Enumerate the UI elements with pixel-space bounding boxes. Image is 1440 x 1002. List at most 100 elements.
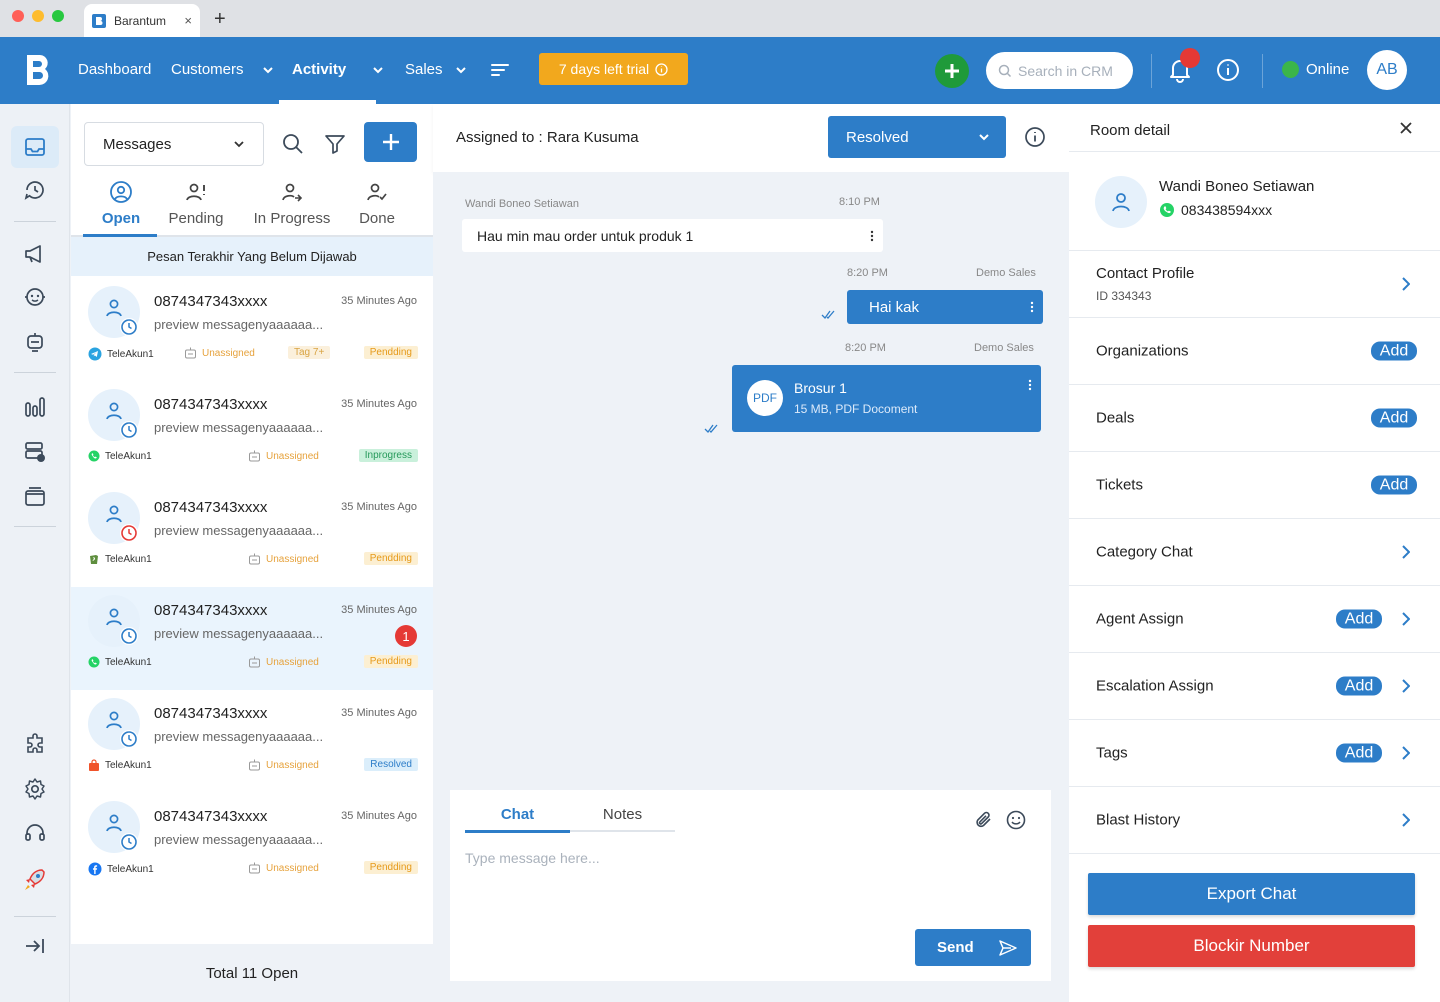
blue-clock-icon	[120, 627, 138, 645]
bar-chart-icon[interactable]	[22, 394, 48, 420]
trial-badge[interactable]: 7 days left trial	[539, 53, 688, 85]
rocket-icon[interactable]	[22, 867, 48, 893]
contact-profile-row[interactable]: Contact Profile ID 334343	[1069, 251, 1440, 318]
quick-add-button[interactable]	[935, 54, 969, 88]
conversation-item[interactable]: 0874347343xxxx 35 Minutes Ago preview mess…	[71, 793, 433, 896]
kebab-menu-icon[interactable]	[870, 230, 874, 242]
puzzle-icon[interactable]	[22, 732, 48, 758]
chevron-right-icon[interactable]	[1402, 746, 1410, 760]
browser-tab-close-icon[interactable]: ×	[184, 13, 192, 28]
new-conversation-button[interactable]	[364, 122, 417, 162]
category-chat-row[interactable]: Category Chat	[1069, 519, 1440, 586]
tab-pending[interactable]: Pending	[166, 180, 226, 227]
conversation-time: 35 Minutes Ago	[341, 707, 417, 719]
export-chat-button[interactable]: Export Chat	[1088, 873, 1415, 915]
chevron-right-icon[interactable]	[1402, 612, 1410, 626]
kebab-menu-icon[interactable]	[1030, 301, 1034, 313]
tickets-row[interactable]: Tickets Add	[1069, 452, 1440, 519]
paperclip-icon[interactable]	[974, 810, 994, 830]
messages-dropdown[interactable]: Messages	[84, 122, 264, 166]
deals-row[interactable]: Deals Add	[1069, 385, 1440, 452]
user-avatar[interactable]: AB	[1367, 50, 1407, 90]
chevron-right-icon[interactable]	[1402, 679, 1410, 693]
message-time: 8:20 PM	[847, 267, 888, 279]
barantum-logo-icon[interactable]	[24, 53, 54, 87]
robot-icon[interactable]	[22, 329, 48, 355]
chevron-right-icon[interactable]	[1402, 545, 1410, 559]
nav-customers[interactable]: Customers	[171, 61, 244, 78]
total-open-count: Total 11 Open	[71, 944, 433, 1002]
window-close-dot[interactable]	[12, 10, 24, 22]
close-icon[interactable]	[1399, 121, 1413, 135]
menu-lines-icon[interactable]	[491, 63, 509, 77]
conversation-item[interactable]: 0874347343xxxx 35 Minutes Ago preview mess…	[71, 484, 433, 587]
conversation-item[interactable]: 0874347343xxxx 35 Minutes Ago preview mess…	[71, 278, 433, 381]
tab-open[interactable]: Open	[96, 180, 146, 227]
headset-icon[interactable]	[22, 820, 48, 846]
window-minimize-dot[interactable]	[32, 10, 44, 22]
window-maximize-dot[interactable]	[52, 10, 64, 22]
nav-dashboard[interactable]: Dashboard	[78, 61, 151, 78]
conversation-number: 0874347343xxxx	[154, 293, 268, 310]
composer-tab-chat[interactable]: Chat	[465, 806, 570, 823]
tag-badge[interactable]: Tag 7+	[288, 346, 331, 359]
collapse-sidebar-icon[interactable]	[22, 933, 48, 959]
outgoing-message-bubble[interactable]: Hai kak	[847, 290, 1043, 324]
customers-chevron-down-icon[interactable]	[262, 64, 274, 76]
filter-icon[interactable]	[324, 133, 346, 155]
escalation-assign-add-button[interactable]: Add	[1336, 676, 1382, 696]
status-dropdown[interactable]: Resolved	[828, 116, 1006, 158]
activity-chevron-down-icon[interactable]	[372, 64, 384, 76]
chevron-right-icon[interactable]	[1402, 813, 1410, 827]
tickets-add-button[interactable]: Add	[1371, 475, 1417, 495]
robot-icon	[185, 347, 196, 359]
conversation-item[interactable]: 0874347343xxxx 35 Minutes Ago preview mess…	[71, 381, 433, 484]
list-search-icon[interactable]	[282, 133, 304, 155]
history-chat-icon[interactable]	[22, 177, 48, 203]
escalation-assign-row[interactable]: Escalation Assign Add	[1069, 653, 1440, 720]
sales-chevron-down-icon[interactable]	[455, 64, 467, 76]
conversation-item[interactable]: 0874347343xxxx 35 Minutes Ago preview mess…	[71, 587, 433, 690]
megaphone-icon[interactable]	[22, 241, 48, 267]
emoji-icon[interactable]	[1006, 810, 1026, 830]
tab-in-progress[interactable]: In Progress	[252, 180, 332, 227]
chat-info-icon[interactable]	[1024, 126, 1046, 148]
deals-label: Deals	[1096, 409, 1135, 427]
agent-assign-row[interactable]: Agent Assign Add	[1069, 586, 1440, 653]
organizations-add-button[interactable]: Add	[1371, 341, 1417, 361]
composer-tab-notes[interactable]: Notes	[570, 806, 675, 823]
organizations-row[interactable]: Organizations Add	[1069, 318, 1440, 385]
message-input[interactable]	[465, 850, 1025, 910]
crm-search-input[interactable]	[1018, 62, 1123, 79]
barantum-favicon-icon	[92, 13, 106, 28]
channel-name: TeleAkun1	[105, 760, 152, 771]
file-message-bubble[interactable]: PDF Brosur 1 15 MB, PDF Docoment	[732, 365, 1041, 432]
tags-add-button[interactable]: Add	[1336, 743, 1382, 763]
info-icon[interactable]	[1216, 58, 1240, 82]
deals-add-button[interactable]: Add	[1371, 408, 1417, 428]
blast-history-row[interactable]: Blast History	[1069, 787, 1440, 854]
block-number-button[interactable]: Blockir Number	[1088, 925, 1415, 967]
kebab-menu-icon[interactable]	[1028, 379, 1032, 391]
online-status[interactable]: Online	[1282, 61, 1349, 78]
chat-body: Wandi Boneo Setiawan 8:10 PM Hau min mau…	[433, 172, 1069, 1002]
conversation-meta: TeleAkun1 Unassigned Tag 7+ Pendding	[88, 346, 418, 363]
incoming-message-bubble[interactable]: Hau min mau order untuk produk 1	[462, 219, 883, 252]
chevron-right-icon[interactable]	[1402, 277, 1410, 291]
gear-icon[interactable]	[22, 776, 48, 802]
agent-assign-add-button[interactable]: Add	[1336, 609, 1382, 629]
new-tab-icon[interactable]: +	[214, 8, 226, 31]
whatsapp-icon	[1160, 203, 1174, 217]
wallet-icon[interactable]	[22, 484, 48, 510]
conversation-item[interactable]: 0874347343xxxx 35 Minutes Ago preview mess…	[71, 690, 433, 793]
channel-name: TeleAkun1	[105, 656, 152, 668]
nav-sales[interactable]: Sales	[405, 61, 443, 78]
bot-face-icon[interactable]	[22, 284, 48, 310]
inbox-icon[interactable]	[11, 126, 59, 168]
nav-activity[interactable]: Activity	[292, 61, 346, 78]
database-icon[interactable]	[22, 439, 48, 465]
tags-row[interactable]: Tags Add	[1069, 720, 1440, 787]
send-button[interactable]: Send	[915, 929, 1031, 966]
browser-tab[interactable]: Barantum ×	[84, 4, 200, 37]
tab-done[interactable]: Done	[357, 180, 397, 227]
